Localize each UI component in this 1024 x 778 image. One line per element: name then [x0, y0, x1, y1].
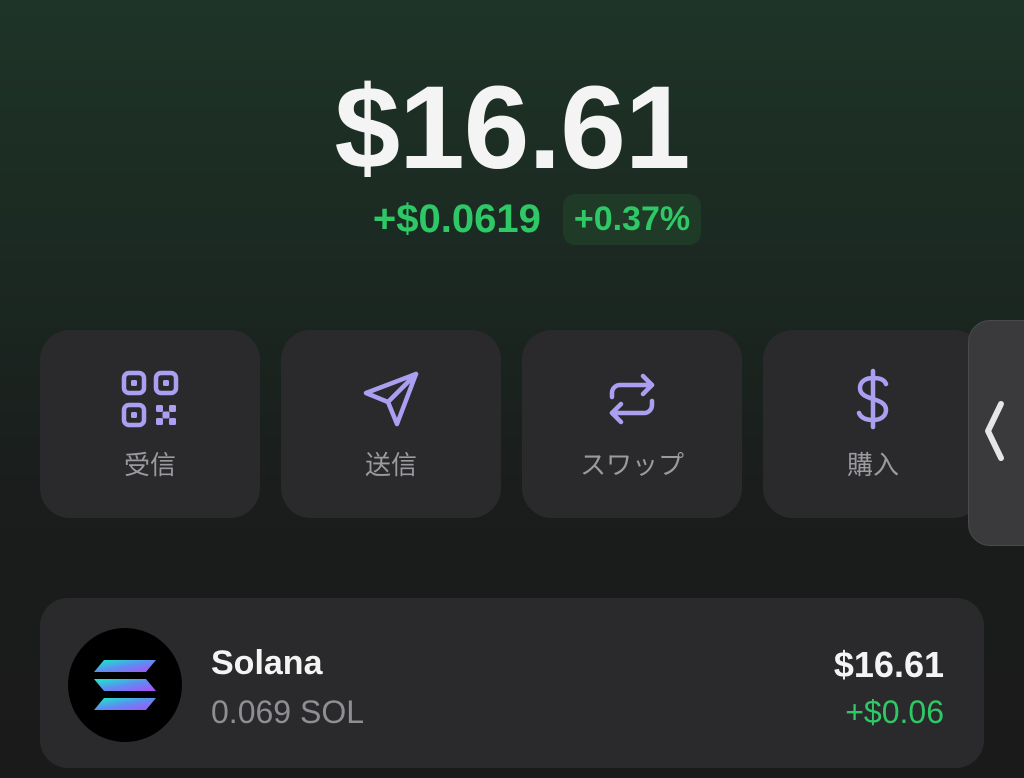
qr-code-icon: [118, 367, 182, 431]
send-button[interactable]: 送信: [281, 330, 501, 518]
send-icon: [359, 367, 423, 431]
dollar-icon: [841, 367, 905, 431]
receive-button[interactable]: 受信: [40, 330, 260, 518]
send-label: 送信: [364, 450, 417, 481]
action-buttons: 受信 送信 スワップ 購入: [40, 330, 983, 518]
token-name: Solana: [211, 644, 323, 682]
balance-change-percent-badge: +0.37%: [562, 194, 702, 245]
swap-icon: [600, 367, 664, 431]
balance-change-row: +$0.0619 +0.37%: [0, 194, 1024, 245]
receive-label: 受信: [123, 450, 176, 481]
total-balance: $16.61: [334, 62, 691, 194]
chevron-left-icon: [981, 396, 1007, 471]
token-change: +$0.06: [845, 694, 944, 730]
swap-label: スワップ: [579, 450, 684, 481]
token-value: $16.61: [833, 644, 944, 685]
buy-label: 購入: [846, 450, 899, 481]
swap-button[interactable]: スワップ: [522, 330, 742, 518]
side-panel-handle[interactable]: [968, 320, 1024, 546]
solana-logo: [68, 628, 182, 742]
buy-button[interactable]: 購入: [763, 330, 983, 518]
balance-change-amount: +$0.0619: [372, 197, 541, 241]
token-row-solana[interactable]: Solana 0.069 SOL $16.61 +$0.06: [40, 598, 984, 768]
token-amount: 0.069 SOL: [211, 694, 364, 730]
